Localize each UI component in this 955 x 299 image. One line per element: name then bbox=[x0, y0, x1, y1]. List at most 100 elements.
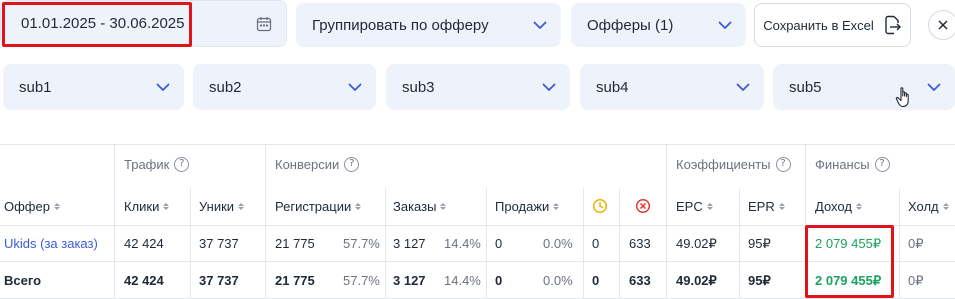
epr-value: 95₽ bbox=[748, 273, 771, 288]
column-header-income[interactable]: Доход bbox=[815, 199, 862, 214]
column-header-epr-label: EPR bbox=[748, 199, 775, 214]
column-header-registrations-label: Регистрации bbox=[275, 199, 352, 214]
info-icon[interactable]: ? bbox=[344, 157, 360, 172]
orders-value: 3 127 bbox=[393, 236, 426, 251]
column-header-uniques-label: Уники bbox=[199, 199, 235, 214]
column-header-sales-label: Продажи bbox=[495, 199, 550, 214]
sort-icon[interactable] bbox=[942, 203, 949, 210]
clock-icon bbox=[592, 198, 608, 214]
column-header-orders-label: Заказы bbox=[393, 199, 437, 214]
sort-icon[interactable] bbox=[355, 203, 362, 210]
chevron-down-icon bbox=[348, 80, 362, 94]
group-header-conversions: Конверсии ? bbox=[275, 157, 360, 172]
column-header-registrations[interactable]: Регистрации bbox=[275, 199, 362, 214]
chevron-down-icon bbox=[927, 80, 941, 94]
sort-icon[interactable] bbox=[53, 203, 60, 210]
uniques-value: 37 737 bbox=[199, 236, 239, 251]
sub2-select[interactable]: sub2 bbox=[193, 64, 376, 110]
chevron-down-icon bbox=[533, 18, 547, 32]
sales-value: 0 bbox=[495, 236, 503, 251]
group-by-value: Группировать по офферу bbox=[312, 16, 489, 34]
info-icon[interactable]: ? bbox=[874, 157, 890, 172]
sub3-select[interactable]: sub3 bbox=[386, 64, 570, 110]
sub1-select[interactable]: sub1 bbox=[3, 64, 184, 110]
column-header-income-label: Доход bbox=[815, 199, 852, 214]
registrations-percent: 57.7% bbox=[343, 273, 380, 288]
orders-percent: 14.4% bbox=[444, 273, 481, 288]
epr-value: 95₽ bbox=[748, 236, 771, 251]
sub5-select[interactable]: sub5 bbox=[773, 64, 955, 110]
offer-link[interactable]: Ukids (за заказ) bbox=[4, 236, 98, 251]
column-header-clicks-label: Клики bbox=[124, 199, 160, 214]
column-header-hold[interactable]: Холд bbox=[908, 199, 949, 214]
chevron-down-icon bbox=[156, 80, 170, 94]
sales-percent: 0.0% bbox=[543, 273, 573, 288]
sales-percent: 0.0% bbox=[543, 236, 573, 251]
column-header-epc-label: EPC bbox=[676, 199, 703, 214]
column-divider bbox=[619, 188, 620, 299]
column-header-hold-label: Холд bbox=[908, 199, 939, 214]
file-export-icon bbox=[885, 15, 901, 35]
group-header-traffic-label: Трафик bbox=[124, 157, 170, 172]
column-header-orders[interactable]: Заказы bbox=[393, 199, 447, 214]
date-highlight-frame bbox=[2, 2, 192, 47]
sort-icon[interactable] bbox=[238, 203, 245, 210]
column-divider bbox=[190, 188, 191, 299]
epc-value: 49.02₽ bbox=[676, 236, 717, 251]
registrations-percent: 57.7% bbox=[343, 236, 380, 251]
info-icon[interactable]: ? bbox=[775, 157, 791, 172]
column-divider bbox=[265, 144, 266, 299]
sort-icon[interactable] bbox=[163, 203, 170, 210]
column-divider bbox=[666, 144, 667, 299]
group-header-finance: Финансы ? bbox=[815, 157, 890, 172]
group-header-finance-label: Финансы bbox=[815, 157, 870, 172]
orders-value: 3 127 bbox=[393, 273, 426, 288]
close-button[interactable] bbox=[928, 10, 955, 40]
column-header-offer[interactable]: Оффер bbox=[4, 199, 60, 214]
group-by-select[interactable]: Группировать по офферу bbox=[296, 3, 561, 47]
sort-icon[interactable] bbox=[778, 203, 785, 210]
sales-value: 0 bbox=[495, 273, 503, 288]
column-header-epc[interactable]: EPC bbox=[676, 199, 713, 214]
chevron-down-icon bbox=[542, 80, 556, 94]
table-top-border bbox=[0, 144, 955, 145]
income-highlight-frame bbox=[805, 225, 894, 298]
registrations-value: 21 775 bbox=[275, 273, 315, 288]
chevron-down-icon bbox=[718, 18, 732, 32]
sort-icon[interactable] bbox=[706, 203, 713, 210]
pending-value: 0 bbox=[592, 273, 600, 288]
registrations-value: 21 775 bbox=[275, 236, 315, 251]
chevron-down-icon bbox=[736, 80, 750, 94]
sub5-label: sub5 bbox=[789, 78, 822, 96]
column-header-epr[interactable]: EPR bbox=[748, 199, 785, 214]
sub1-label: sub1 bbox=[19, 78, 52, 96]
close-icon bbox=[938, 20, 948, 30]
clicks-value: 42 424 bbox=[124, 236, 164, 251]
info-icon[interactable]: ? bbox=[174, 157, 190, 172]
column-header-offer-label: Оффер bbox=[4, 199, 50, 214]
rejected-value: 633 bbox=[629, 273, 651, 288]
hold-value: 0₽ bbox=[908, 273, 924, 288]
column-divider bbox=[739, 188, 740, 299]
sort-icon[interactable] bbox=[855, 203, 862, 210]
sort-icon[interactable] bbox=[553, 203, 560, 210]
x-circle-icon bbox=[635, 198, 651, 214]
column-divider bbox=[899, 188, 900, 299]
column-header-sales[interactable]: Продажи bbox=[495, 199, 560, 214]
column-header-uniques[interactable]: Уники bbox=[199, 199, 245, 214]
pending-value: 0 bbox=[592, 236, 600, 251]
hand-cursor-icon bbox=[895, 87, 909, 108]
uniques-value: 37 737 bbox=[199, 273, 239, 288]
export-excel-label: Сохранить в Excel bbox=[763, 17, 874, 33]
calendar-icon[interactable] bbox=[256, 16, 272, 32]
total-label: Всего bbox=[4, 273, 42, 288]
hold-value: 0₽ bbox=[908, 236, 924, 251]
sort-icon[interactable] bbox=[440, 203, 447, 210]
offers-select[interactable]: Офферы (1) bbox=[571, 3, 746, 47]
sub4-select[interactable]: sub4 bbox=[580, 64, 764, 110]
sub4-label: sub4 bbox=[596, 78, 629, 96]
sub2-label: sub2 bbox=[209, 78, 242, 96]
offers-value: Офферы (1) bbox=[587, 16, 674, 34]
export-excel-button[interactable]: Сохранить в Excel bbox=[754, 3, 911, 47]
column-header-clicks[interactable]: Клики bbox=[124, 199, 170, 214]
